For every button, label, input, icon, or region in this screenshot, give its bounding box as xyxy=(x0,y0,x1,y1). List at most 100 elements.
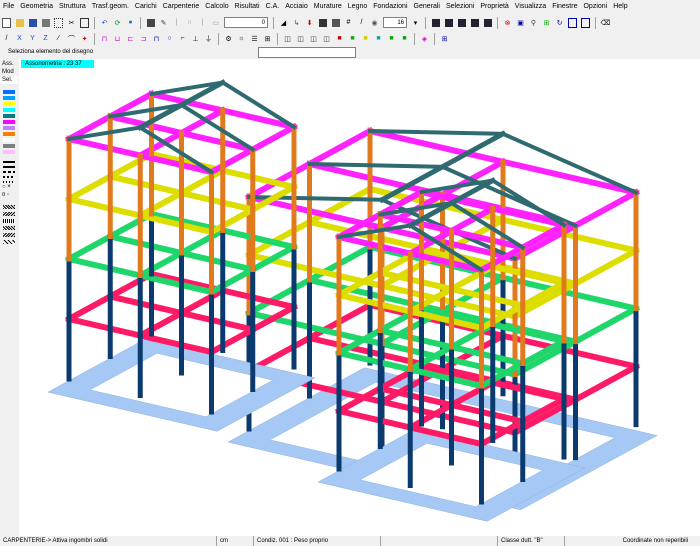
beam-tool3-icon[interactable]: ⊏ xyxy=(125,33,136,44)
network-icon[interactable]: ⊞ xyxy=(439,33,450,44)
wall-icon[interactable]: ▭ xyxy=(210,17,221,28)
align-bottom-icon[interactable] xyxy=(456,17,467,28)
symbol-row-1[interactable]: ○ × xyxy=(0,183,18,191)
x-axis-icon[interactable]: X xyxy=(14,33,25,44)
bar-icon[interactable]: | xyxy=(171,17,182,28)
solid-cyan-icon[interactable]: ■ xyxy=(373,33,384,44)
hatch-2[interactable] xyxy=(3,212,15,216)
draw-line-icon[interactable]: ◢ xyxy=(278,17,289,28)
color-swatch-1[interactable] xyxy=(3,90,15,94)
text-field[interactable]: 0 xyxy=(224,17,268,28)
select-box-icon[interactable]: ▣ xyxy=(515,17,526,28)
block-icon[interactable] xyxy=(317,17,328,28)
layers-icon[interactable] xyxy=(330,17,341,28)
undo-icon[interactable]: ↶ xyxy=(99,17,110,28)
block-back-roof-rafter[interactable] xyxy=(367,128,506,136)
menu-visualizza[interactable]: Visualizza xyxy=(512,0,549,14)
copy-window-icon[interactable] xyxy=(580,17,591,28)
mesh-icon[interactable]: # xyxy=(343,17,354,28)
sun-icon[interactable]: ☼ xyxy=(236,33,247,44)
color-swatch-4[interactable] xyxy=(3,108,15,112)
node-move-icon[interactable]: ✦ xyxy=(79,33,90,44)
menu-struttura[interactable]: Struttura xyxy=(56,0,89,14)
menu-calcolo[interactable]: Calcolo xyxy=(202,0,231,14)
list-icon[interactable]: ☰ xyxy=(249,33,260,44)
block-back-roof-rafter[interactable] xyxy=(500,131,639,196)
target-icon[interactable]: ⊗ xyxy=(502,17,513,28)
hatch-6[interactable] xyxy=(3,240,15,244)
beam-tool2-icon[interactable]: ⊔ xyxy=(112,33,123,44)
copy-icon[interactable] xyxy=(79,17,90,28)
menu-risultati[interactable]: Risultati xyxy=(232,0,263,14)
hatch-1[interactable] xyxy=(3,205,15,209)
loop-icon[interactable]: ○ xyxy=(164,33,175,44)
color-swatch-8[interactable] xyxy=(3,132,15,136)
eraser-icon[interactable]: ⌫ xyxy=(600,17,611,28)
tree-icon[interactable]: ⊞ xyxy=(262,33,273,44)
print-icon[interactable] xyxy=(40,17,51,28)
calculator-icon[interactable] xyxy=(145,17,156,28)
globe-icon[interactable]: ● xyxy=(125,17,136,28)
line-style-dash2[interactable] xyxy=(3,176,15,178)
menu-propriet-[interactable]: Proprietà xyxy=(477,0,511,14)
menu-carpenterie[interactable]: Carpenterie xyxy=(160,0,203,14)
sel-button[interactable]: Sel. xyxy=(0,76,18,84)
hatch-3[interactable] xyxy=(3,219,15,223)
save-icon[interactable] xyxy=(27,17,38,28)
arc-icon[interactable]: ⌒ xyxy=(66,33,77,44)
structure-model[interactable] xyxy=(19,59,700,536)
beam-tool4-icon[interactable]: ⊐ xyxy=(138,33,149,44)
z-axis-icon[interactable]: Z xyxy=(40,33,51,44)
symbol-row-2[interactable]: ¤ ◦ xyxy=(0,191,18,199)
solid-red-icon[interactable]: ■ xyxy=(334,33,345,44)
down-icon[interactable]: ⬇ xyxy=(304,17,315,28)
line-style-solid[interactable] xyxy=(3,161,15,163)
bar2-icon[interactable]: | xyxy=(197,17,208,28)
color-swatch-7[interactable] xyxy=(3,126,15,130)
menu-finestre[interactable]: Finestre xyxy=(549,0,580,14)
cube3-icon[interactable]: ◫ xyxy=(308,33,319,44)
menu-help[interactable]: Help xyxy=(610,0,630,14)
zoom-select[interactable]: 16 xyxy=(383,17,407,28)
menu-generali[interactable]: Generali xyxy=(411,0,443,14)
color-swatch-6[interactable] xyxy=(3,120,15,124)
cut-icon[interactable]: ✂ xyxy=(66,17,77,28)
solid-green-icon[interactable]: ■ xyxy=(347,33,358,44)
menu-legno[interactable]: Legno xyxy=(345,0,370,14)
menu-geometria[interactable]: Geometria xyxy=(17,0,56,14)
menu-opzioni[interactable]: Opzioni xyxy=(580,0,610,14)
align-left-icon[interactable] xyxy=(469,17,480,28)
line-icon[interactable]: / xyxy=(1,33,12,44)
steps-icon[interactable]: ⌐ xyxy=(177,33,188,44)
menu-c-a-[interactable]: C.A. xyxy=(263,0,283,14)
node-icon[interactable]: ⊞ xyxy=(541,17,552,28)
solid-yellow-icon[interactable]: ■ xyxy=(360,33,371,44)
prompt-input[interactable] xyxy=(258,46,356,58)
beam-tool5-icon[interactable]: ⊓ xyxy=(151,33,162,44)
solid-green3-icon[interactable]: ■ xyxy=(399,33,410,44)
line-style-dashed[interactable] xyxy=(3,171,15,173)
beam-tool-icon[interactable]: ⊓ xyxy=(99,33,110,44)
line-style-solid2[interactable] xyxy=(3,166,15,168)
settings-icon[interactable]: ⚙ xyxy=(223,33,234,44)
hatch-4[interactable] xyxy=(3,226,15,230)
ass-button[interactable]: Ass. xyxy=(0,60,18,68)
rotate-icon[interactable]: ⟳ xyxy=(112,17,123,28)
color-swatch-2[interactable] xyxy=(3,96,15,100)
menu-file[interactable]: File xyxy=(0,0,17,14)
color-swatch-3[interactable] xyxy=(3,102,15,106)
align-top-icon[interactable] xyxy=(430,17,441,28)
menu-trasf-geom-[interactable]: Trasf.geom. xyxy=(89,0,132,14)
cube4-icon[interactable]: ◫ xyxy=(321,33,332,44)
render-icon[interactable]: ◈ xyxy=(419,33,430,44)
base-icon[interactable]: ⏚ xyxy=(203,33,214,44)
hatch-5[interactable] xyxy=(3,233,15,237)
arrow-icon[interactable]: ↳ xyxy=(291,17,302,28)
cube2-icon[interactable]: ◫ xyxy=(295,33,306,44)
magnifier-icon[interactable]: ⚲ xyxy=(528,17,539,28)
viewport-3d[interactable]: Assonometria : 23 37 xyxy=(19,59,700,536)
solid-green2-icon[interactable]: ■ xyxy=(386,33,397,44)
zoom-icon[interactable]: ◉ xyxy=(369,17,380,28)
block-back-roof-rafter[interactable] xyxy=(307,161,445,169)
menu-acciaio[interactable]: Acciaio xyxy=(282,0,311,14)
